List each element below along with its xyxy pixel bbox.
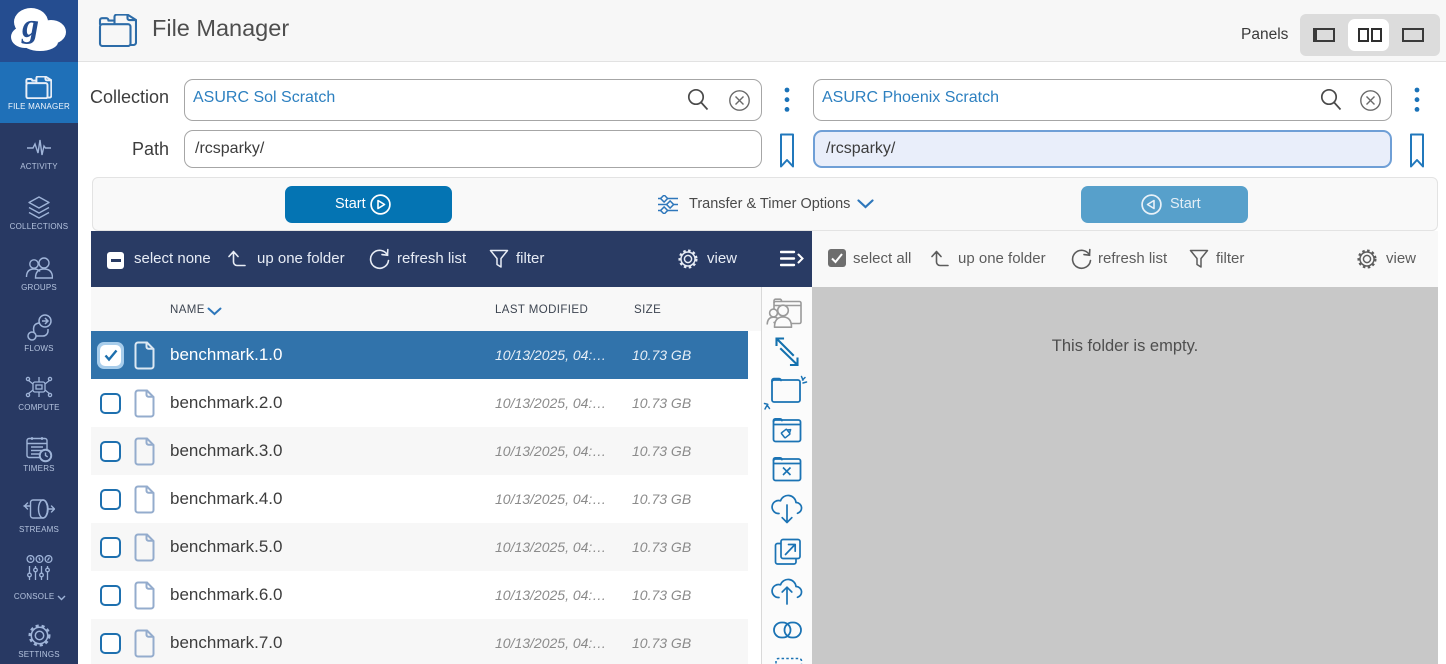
svg-text:g: g xyxy=(21,8,39,45)
